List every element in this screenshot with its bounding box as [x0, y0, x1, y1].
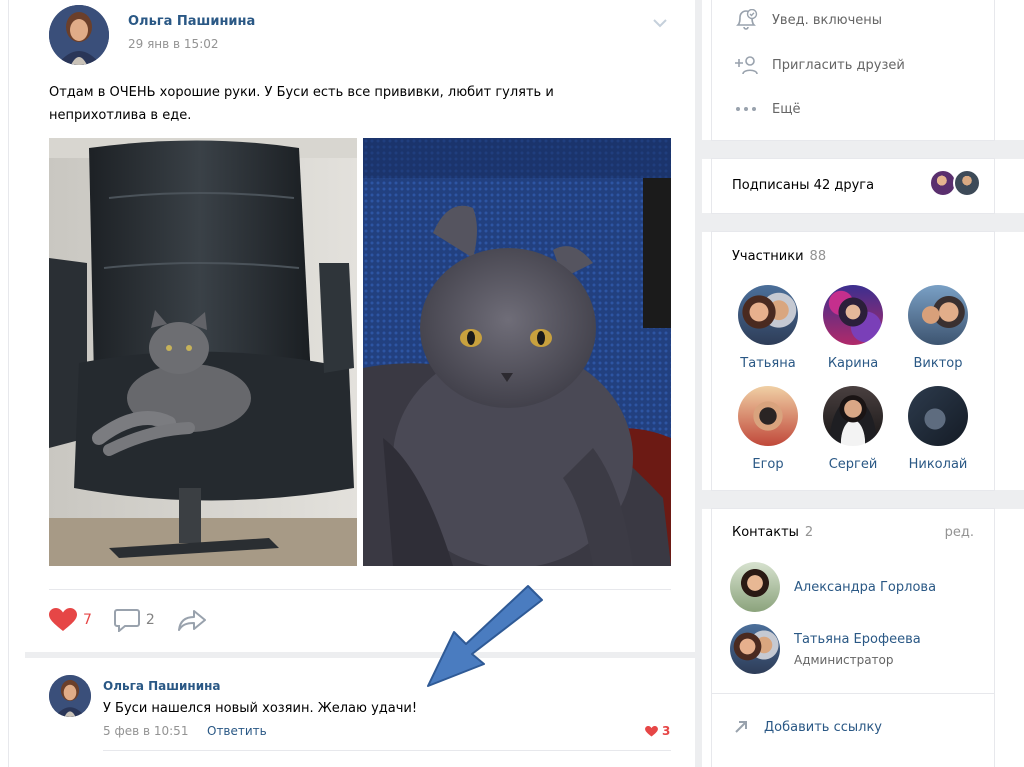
links-card: Добавить ссылку	[712, 694, 994, 767]
contact-role: Администратор	[794, 652, 894, 667]
avatar	[738, 285, 798, 345]
add-person-icon	[732, 55, 760, 75]
comment-like-count: 3	[662, 724, 671, 738]
member-egor[interactable]: Егор	[728, 386, 808, 472]
contacts-title[interactable]: Контакты 2	[732, 525, 813, 540]
menu-label: Пригласить друзей	[772, 57, 905, 73]
avatar	[908, 285, 968, 345]
comment-text: У Буси нашелся новый хозяин. Желаю удачи…	[103, 701, 418, 716]
notifications-toggle[interactable]: Увед. включены	[732, 9, 883, 30]
share-arrow-icon	[177, 610, 206, 631]
more-button[interactable]: Ещё	[732, 99, 800, 119]
avatar	[823, 285, 883, 345]
members-title[interactable]: Участники 88	[732, 249, 826, 264]
member-name: Виктор	[913, 356, 963, 371]
bell-check-icon	[732, 9, 760, 30]
avatar	[730, 562, 780, 612]
contacts-title-label: Контакты	[732, 525, 799, 540]
member-name: Карина	[827, 356, 879, 371]
sidebar-gap	[702, 140, 1024, 159]
member-name: Николай	[908, 457, 968, 472]
post-date[interactable]: 29 янв в 15:02	[128, 37, 219, 51]
member-name: Сергей	[828, 457, 878, 472]
vk-group-page: Ольга Пашинина 29 янв в 15:02 Отдам в ОЧ…	[0, 0, 1024, 767]
comment-icon	[113, 609, 140, 632]
avatar-photo	[49, 675, 91, 717]
add-link-button[interactable]: Добавить ссылку	[732, 718, 882, 736]
member-karina[interactable]: Карина	[813, 285, 893, 371]
edit-contacts-link[interactable]: ред.	[945, 525, 974, 540]
contacts-card: Контакты 2 ред. Александра Горлова Татьян…	[712, 509, 994, 694]
avatar-photo	[49, 5, 109, 65]
post-photo-cat-on-chair[interactable]	[49, 138, 357, 566]
avatar	[908, 386, 968, 446]
contact-item[interactable]: Татьяна Ерофеева Администратор	[730, 624, 921, 674]
avatar	[738, 386, 798, 446]
contacts-count: 2	[804, 525, 814, 540]
member-nikolay[interactable]: Николай	[898, 386, 978, 472]
comment-count: 2	[145, 612, 155, 628]
invite-friends-button[interactable]: Пригласить друзей	[732, 55, 905, 75]
share-button[interactable]	[177, 609, 207, 631]
member-sergey[interactable]: Сергей	[813, 386, 893, 472]
post-author-avatar[interactable]	[49, 5, 109, 65]
post-author-name[interactable]: Ольга Пашинина	[128, 14, 255, 29]
contact-name: Александра Горлова	[794, 579, 937, 595]
reply-link[interactable]: Ответить	[207, 724, 267, 738]
members-count: 88	[809, 249, 827, 264]
members-card: Участники 88 Татьяна Карина Виктор Егор С…	[712, 232, 994, 490]
comment-divider	[103, 750, 671, 751]
more-dots-icon	[732, 99, 760, 119]
contact-item[interactable]: Александра Горлова	[730, 562, 936, 612]
menu-label: Увед. включены	[772, 12, 883, 28]
member-name: Татьяна	[740, 356, 796, 371]
post-photo-cat-closeup[interactable]	[363, 138, 671, 566]
members-title-label: Участники	[732, 249, 804, 264]
post-divider	[49, 589, 671, 590]
comment-author-avatar[interactable]	[49, 675, 91, 717]
wall-post: Ольга Пашинина 29 янв в 15:02 Отдам в ОЧ…	[25, 0, 695, 652]
like-button[interactable]: 7	[49, 608, 92, 632]
like-count: 7	[83, 612, 92, 628]
comment-button[interactable]: 2	[113, 608, 155, 632]
comment-date[interactable]: 5 фев в 10:51	[103, 724, 188, 738]
avatar	[823, 386, 883, 446]
heart-icon	[645, 725, 658, 737]
member-name: Егор	[752, 457, 784, 472]
post-comment: Ольга Пашинина У Буси нашелся новый хозя…	[25, 658, 695, 767]
sidebar-gap	[702, 490, 1024, 509]
heart-icon	[49, 608, 77, 631]
friends-subscribed-text: Подписаны 42 друга	[732, 178, 875, 193]
member-viktor[interactable]: Виктор	[898, 285, 978, 371]
chevron-down-icon[interactable]	[651, 14, 669, 32]
gutter-line	[8, 0, 9, 767]
contact-name: Татьяна Ерофеева	[794, 631, 921, 647]
avatar	[730, 624, 780, 674]
sidebar-gap	[702, 213, 1024, 232]
menu-label: Ещё	[772, 101, 801, 117]
post-actions: 7 2	[49, 606, 229, 634]
member-tatyana[interactable]: Татьяна	[728, 285, 808, 371]
comment-like-button[interactable]: 3	[645, 724, 670, 738]
friend-avatar	[953, 169, 981, 197]
comment-author-name[interactable]: Ольга Пашинина	[103, 679, 221, 693]
group-actions-card: Увед. включены Пригласить друзей Ещё	[712, 0, 994, 140]
add-link-label: Добавить ссылку	[764, 719, 882, 735]
post-text: Отдам в ОЧЕНЬ хорошие руки. У Буси есть …	[49, 85, 554, 123]
friends-subscribed-card[interactable]: Подписаны 42 друга	[712, 159, 994, 213]
left-gutter	[0, 0, 25, 767]
link-arrow-icon	[735, 721, 747, 733]
